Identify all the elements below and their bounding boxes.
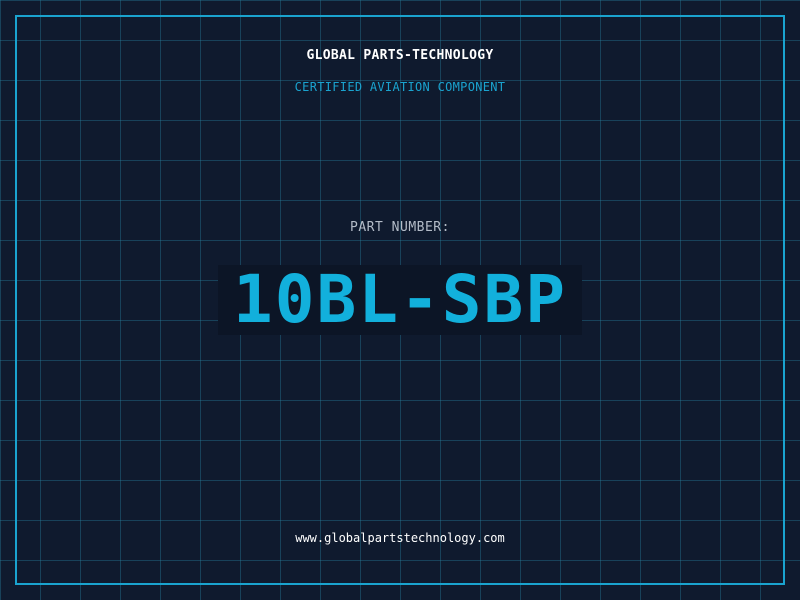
part-number-value: 10BL-SBP	[233, 261, 567, 338]
certification-subtitle: CERTIFIED AVIATION COMPONENT	[294, 80, 506, 94]
company-name: GLOBAL PARTS-TECHNOLOGY	[306, 48, 494, 63]
part-number-label: PART NUMBER:	[350, 220, 450, 235]
part-card: GLOBAL PARTS-TECHNOLOGY CERTIFIED AVIATI…	[0, 0, 800, 600]
website-url[interactable]: www.globalpartstechnology.com	[0, 531, 800, 545]
